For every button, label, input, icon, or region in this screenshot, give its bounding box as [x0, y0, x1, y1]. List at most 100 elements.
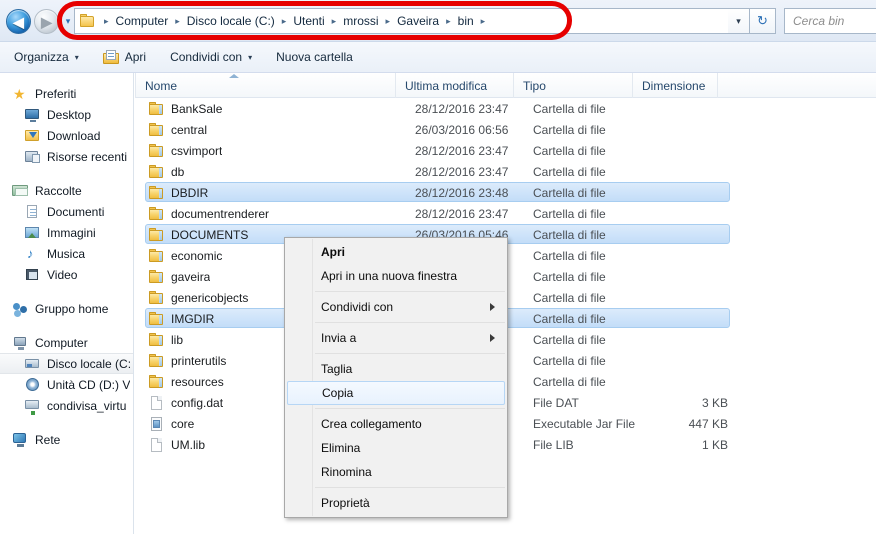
file-name-cell[interactable]: documentrenderer [148, 206, 269, 222]
breadcrumb-separator-5[interactable]: ▸ [441, 16, 456, 27]
file-name-cell[interactable]: db [148, 164, 184, 180]
sidebar-item-risorse-recenti[interactable]: Risorse recenti [0, 146, 133, 167]
file-date-cell: 26/03/2016 06:56 [415, 122, 509, 137]
recent-locations-chevron-icon[interactable]: ▾ [62, 15, 74, 27]
file-name-cell[interactable]: core [148, 416, 194, 432]
file-name-cell[interactable]: lib [148, 332, 183, 348]
network-drive-icon [24, 398, 41, 415]
file-name-label: economic [171, 248, 223, 263]
breadcrumb-item-gaveira[interactable]: Gaveira [395, 13, 441, 29]
column-header-ultima-modifica[interactable]: Ultima modifica [395, 73, 513, 98]
context-menu-item-apri-in-una-nuova-finestra[interactable]: Apri in una nuova finestra [285, 264, 507, 288]
menu-item-label: Copia [322, 386, 354, 400]
table-row[interactable]: BankSale 28/12/2016 23:47 Cartella di fi… [135, 98, 876, 119]
context-menu-item-crea-collegamento[interactable]: Crea collegamento [285, 412, 507, 436]
open-folder-icon [102, 49, 120, 65]
file-type-cell: Executable Jar File [533, 416, 636, 431]
share-with-button[interactable]: Condividi con ▾ [160, 46, 262, 69]
file-name-cell[interactable]: gaveira [148, 269, 210, 285]
column-header-tipo[interactable]: Tipo [513, 73, 632, 98]
search-input[interactable]: Cerca bin [784, 8, 876, 34]
context-menu-item-condividi-con[interactable]: Condividi con [285, 295, 507, 319]
table-row[interactable]: db 28/12/2016 23:47 Cartella di file [135, 161, 876, 182]
address-history-dropdown-button[interactable]: ▾ [728, 8, 750, 34]
table-row[interactable]: documentrenderer 28/12/2016 23:47 Cartel… [135, 203, 876, 224]
table-row[interactable]: csvimport 28/12/2016 23:47 Cartella di f… [135, 140, 876, 161]
sidebar-item-computer[interactable]: Computer [0, 332, 133, 353]
sidebar-item-unita-cd-d[interactable]: Unità CD (D:) V [0, 374, 133, 395]
file-name-cell[interactable]: DBDIR [148, 185, 208, 201]
breadcrumb-item-disco-locale[interactable]: Disco locale (C:) [185, 13, 277, 29]
forward-button[interactable]: ▶ [34, 9, 59, 34]
sidebar-item-video[interactable]: Video [0, 264, 133, 285]
file-name-cell[interactable]: economic [148, 248, 222, 264]
back-button[interactable]: ◀ [6, 9, 31, 34]
breadcrumb-separator-4[interactable]: ▸ [381, 16, 396, 27]
context-menu-item-elimina[interactable]: Elimina [285, 436, 507, 460]
column-header-nome[interactable]: Nome [135, 73, 395, 98]
new-folder-button[interactable]: Nuova cartella [266, 46, 363, 69]
breadcrumb-separator-3[interactable]: ▸ [327, 16, 342, 27]
folder-icon [148, 227, 166, 243]
file-name-cell[interactable]: UM.lib [148, 437, 205, 453]
file-type-cell: Cartella di file [533, 206, 606, 221]
organize-button[interactable]: Organizza ▾ [4, 46, 89, 69]
file-name-cell[interactable]: config.dat [148, 395, 223, 411]
sidebar-item-raccolte[interactable]: Raccolte [0, 180, 133, 201]
file-name-cell[interactable]: printerutils [148, 353, 226, 369]
context-menu-item-taglia[interactable]: Taglia [285, 357, 507, 381]
sidebar-label: Immagini [47, 225, 96, 240]
file-name-cell[interactable]: resources [148, 374, 224, 390]
sidebar-item-condivisa-virtuale[interactable]: condivisa_virtu [0, 395, 133, 416]
network-icon [12, 432, 29, 448]
file-name-cell[interactable]: IMGDIR [148, 311, 214, 327]
file-type-cell: Cartella di file [533, 353, 606, 368]
file-name-cell[interactable]: DOCUMENTS [148, 227, 248, 243]
sidebar-item-download[interactable]: Download [0, 125, 133, 146]
sidebar-item-preferiti[interactable]: ★ Preferiti [0, 83, 133, 104]
breadcrumb-item-mrossi[interactable]: mrossi [341, 13, 380, 29]
context-menu-item-copia[interactable]: Copia [287, 381, 505, 405]
table-row[interactable]: central 26/03/2016 06:56 Cartella di fil… [135, 119, 876, 140]
open-button[interactable]: Apri [93, 46, 156, 69]
chevron-down-icon: ▾ [74, 52, 79, 62]
breadcrumb-item-bin[interactable]: bin [456, 13, 476, 29]
share-with-label: Condividi con [170, 50, 243, 64]
navigation-pane[interactable]: ★ Preferiti Desktop Download Risorse rec… [0, 73, 134, 534]
file-name-label: documentrenderer [171, 206, 270, 221]
context-menu[interactable]: Apri Apri in una nuova finestra Condivid… [284, 237, 508, 518]
menu-item-label: Condividi con [321, 300, 394, 314]
breadcrumb-separator-1[interactable]: ▸ [170, 16, 185, 27]
sidebar-item-gruppo-home[interactable]: Gruppo home [0, 298, 133, 319]
column-header-dimensione[interactable]: Dimensione [632, 73, 717, 98]
desktop-icon [24, 107, 41, 123]
table-row[interactable]: DBDIR 28/12/2016 23:48 Cartella di file [135, 182, 876, 203]
context-menu-item-invia-a[interactable]: Invia a [285, 326, 507, 350]
download-icon [24, 128, 41, 144]
breadcrumb-separator-2[interactable]: ▸ [277, 16, 292, 27]
folder-icon [79, 13, 96, 29]
breadcrumb-separator-6[interactable]: ▸ [476, 16, 491, 27]
breadcrumb-item-utenti[interactable]: Utenti [291, 13, 326, 29]
sidebar-item-disco-locale-c[interactable]: Disco locale (C: [0, 353, 133, 374]
file-name-cell[interactable]: genericobjects [148, 290, 248, 306]
refresh-button[interactable]: ↻ [750, 8, 776, 34]
context-menu-item-apri[interactable]: Apri [285, 240, 507, 264]
breadcrumb[interactable]: ▸ Computer ▸ Disco locale (C:) ▸ Utenti … [74, 8, 740, 34]
breadcrumb-item-computer[interactable]: Computer [114, 13, 171, 29]
file-name-cell[interactable]: csvimport [148, 143, 222, 159]
sidebar-item-documenti[interactable]: Documenti [0, 201, 133, 222]
file-name-cell[interactable]: central [148, 122, 207, 138]
file-type-cell: Cartella di file [533, 269, 606, 284]
context-menu-item-proprieta[interactable]: Proprietà [285, 491, 507, 515]
sidebar-item-desktop[interactable]: Desktop [0, 104, 133, 125]
file-name-cell[interactable]: BankSale [148, 101, 222, 117]
sidebar-item-rete[interactable]: Rete [0, 429, 133, 450]
breadcrumb-separator-0[interactable]: ▸ [99, 16, 114, 27]
context-menu-item-rinomina[interactable]: Rinomina [285, 460, 507, 484]
documents-icon [24, 204, 41, 220]
file-type-cell: Cartella di file [533, 164, 606, 179]
sidebar-item-immagini[interactable]: Immagini [0, 222, 133, 243]
sidebar-item-musica[interactable]: ♪ Musica [0, 243, 133, 264]
